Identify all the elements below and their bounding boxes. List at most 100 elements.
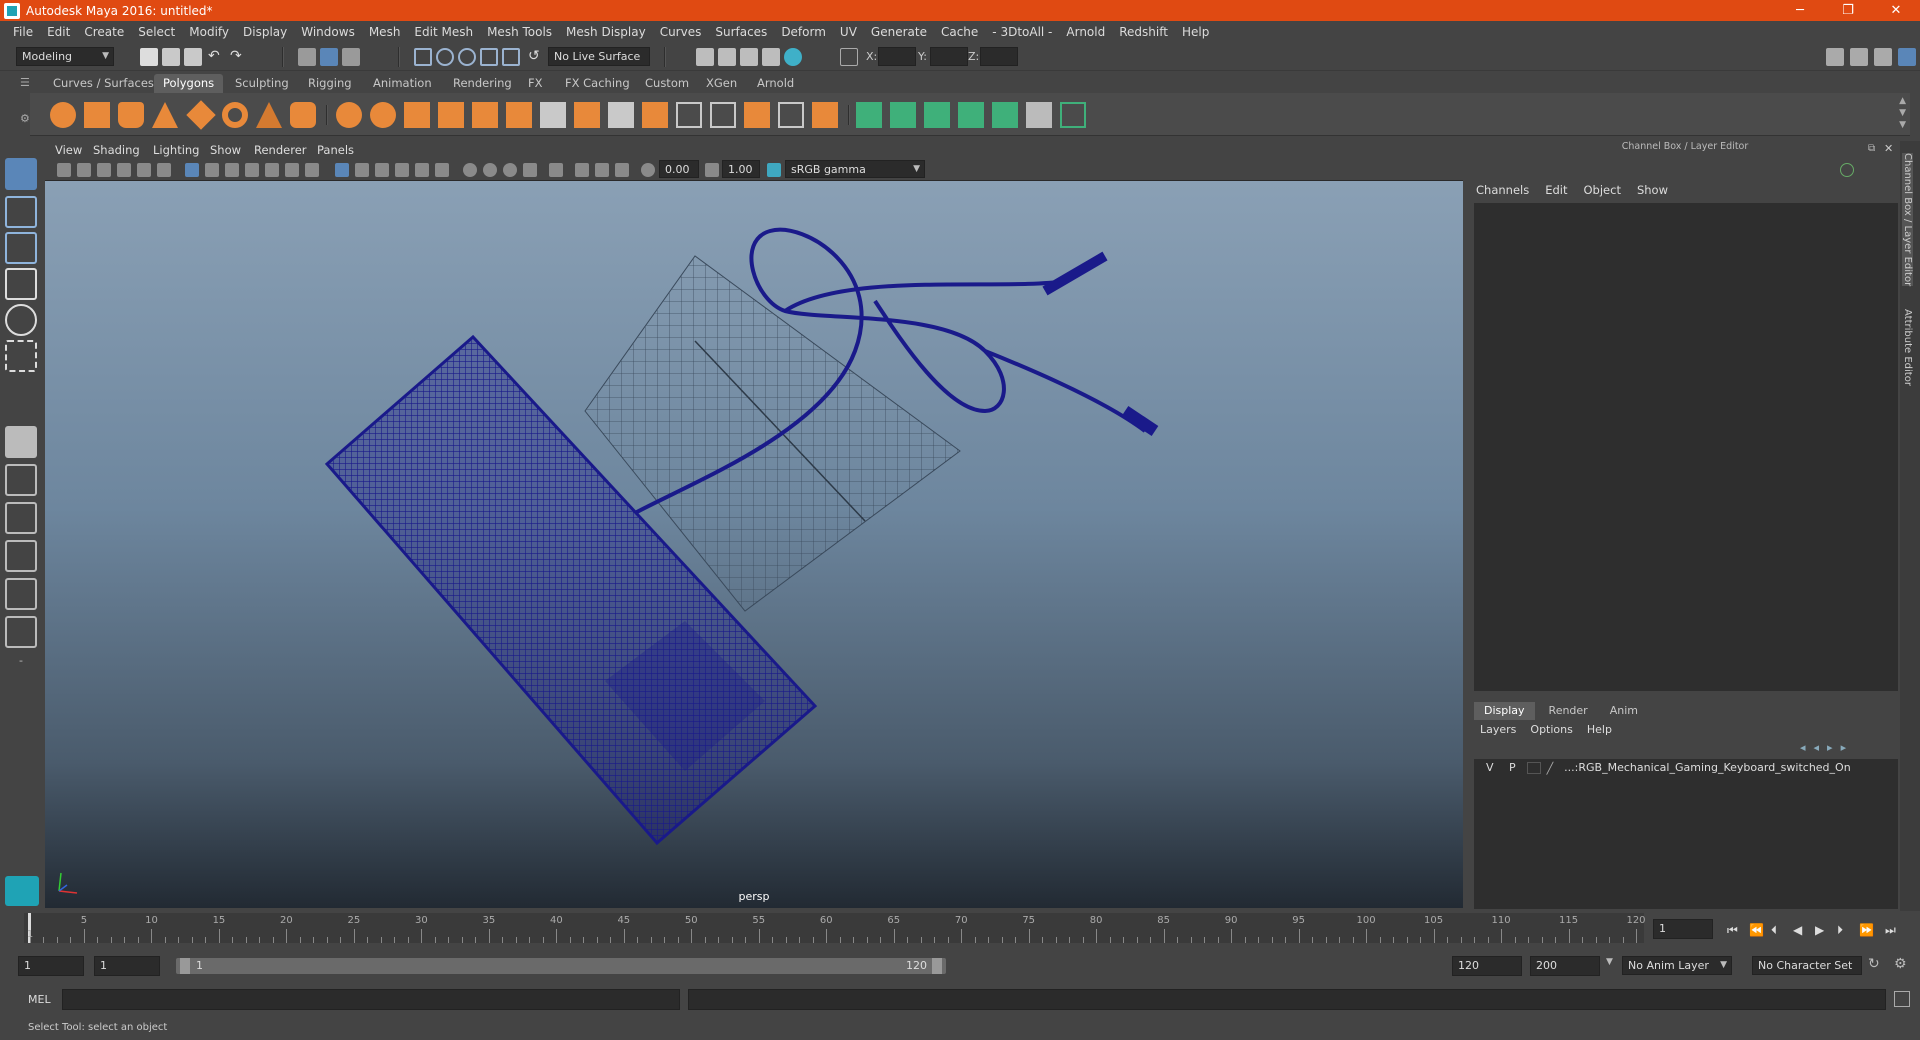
lasso-tool-icon[interactable] bbox=[5, 196, 37, 228]
menu-select[interactable]: Select bbox=[131, 25, 182, 39]
shelf-tab-sculpting[interactable]: Sculpting bbox=[226, 74, 298, 93]
mirror-icon[interactable] bbox=[404, 102, 430, 128]
shelf-tab-animation[interactable]: Animation bbox=[364, 74, 441, 93]
help-menu[interactable]: Help bbox=[1587, 723, 1612, 736]
four-view-layout-icon[interactable] bbox=[5, 464, 37, 496]
panel-menu-panels[interactable]: Panels bbox=[317, 143, 354, 157]
x-field[interactable] bbox=[878, 47, 916, 66]
uv-editor-icon[interactable] bbox=[992, 102, 1018, 128]
screen-space-ao-icon[interactable] bbox=[463, 163, 477, 177]
menu-cache[interactable]: Cache bbox=[934, 25, 985, 39]
undo-icon[interactable]: ↶ bbox=[208, 48, 226, 66]
step-forward-icon[interactable]: ⏩ bbox=[1859, 923, 1874, 937]
menu-create[interactable]: Create bbox=[77, 25, 131, 39]
poly-torus-icon[interactable] bbox=[222, 102, 248, 128]
menu-arnold[interactable]: Arnold bbox=[1059, 25, 1112, 39]
move-tool-icon[interactable] bbox=[5, 268, 37, 300]
y-field[interactable] bbox=[930, 47, 968, 66]
anim-layer-dropdown[interactable]: No Anim Layer ▼ bbox=[1622, 956, 1732, 975]
poly-pipe-icon[interactable] bbox=[290, 102, 316, 128]
side-tab-channel-box[interactable]: Channel Box / Layer Editor bbox=[1902, 153, 1913, 287]
persp-graph-layout-icon[interactable] bbox=[5, 540, 37, 572]
new-scene-icon[interactable] bbox=[140, 48, 158, 66]
render-settings-icon[interactable] bbox=[762, 48, 780, 66]
script-editor-icon[interactable] bbox=[1894, 991, 1910, 1007]
channel-list[interactable] bbox=[1474, 203, 1898, 691]
play-forwards-icon[interactable]: ▶ bbox=[1815, 923, 1824, 937]
depth-of-field-icon[interactable] bbox=[523, 163, 537, 177]
minimize-button[interactable]: ─ bbox=[1780, 0, 1820, 21]
poly-cone-icon[interactable] bbox=[152, 102, 178, 128]
shelf-tab-curves-surfaces[interactable]: Curves / Surfaces bbox=[44, 74, 163, 93]
gamma-field[interactable]: 1.00 bbox=[722, 160, 760, 178]
toggle-channel-box-icon[interactable] bbox=[1898, 48, 1916, 66]
menu-redshift[interactable]: Redshift bbox=[1112, 25, 1175, 39]
poly-pyramid-icon[interactable] bbox=[256, 102, 282, 128]
step-forward-key-icon[interactable]: ⏵ bbox=[1837, 923, 1843, 938]
object-menu[interactable]: Object bbox=[1584, 183, 1621, 197]
shelf-tab-custom[interactable]: Custom bbox=[636, 74, 698, 93]
automatic-map-icon[interactable] bbox=[958, 102, 984, 128]
bridge-icon[interactable] bbox=[506, 102, 532, 128]
layer-tab-display[interactable]: Display bbox=[1474, 702, 1535, 720]
paint-select-tool-icon[interactable] bbox=[5, 232, 37, 264]
layer-playback-toggle[interactable]: P bbox=[1509, 761, 1516, 774]
snap-grid-icon[interactable] bbox=[414, 48, 432, 66]
persp-hypershade-layout-icon[interactable] bbox=[5, 578, 37, 610]
poly-cylinder-icon[interactable] bbox=[118, 102, 144, 128]
menu-windows[interactable]: Windows bbox=[294, 25, 362, 39]
quad-draw-icon[interactable] bbox=[778, 102, 804, 128]
range-start-handle[interactable] bbox=[180, 958, 190, 974]
playback-start-field[interactable]: 1 bbox=[94, 956, 160, 976]
menu-mesh[interactable]: Mesh bbox=[362, 25, 408, 39]
poly-plane-icon[interactable] bbox=[186, 100, 216, 130]
separate-icon[interactable] bbox=[370, 102, 396, 128]
menu-help[interactable]: Help bbox=[1175, 25, 1216, 39]
insert-edge-loop-icon[interactable] bbox=[676, 102, 702, 128]
ipr-render-icon[interactable] bbox=[740, 48, 758, 66]
render-view-icon[interactable] bbox=[696, 48, 714, 66]
command-input[interactable] bbox=[62, 989, 680, 1010]
end-time-field[interactable]: 200 bbox=[1530, 956, 1600, 976]
xray-joints-icon[interactable] bbox=[595, 163, 609, 177]
smooth-icon[interactable] bbox=[438, 102, 464, 128]
snap-point-icon[interactable] bbox=[458, 48, 476, 66]
chevron-down-icon[interactable]: ▼ bbox=[1606, 957, 1613, 967]
select-object-icon[interactable] bbox=[320, 48, 338, 66]
redo-icon[interactable]: ↷ bbox=[230, 48, 248, 66]
panel-menu-renderer[interactable]: Renderer bbox=[254, 143, 307, 157]
options-menu[interactable]: Options bbox=[1530, 723, 1572, 736]
gamma-icon[interactable] bbox=[705, 163, 719, 177]
start-time-field[interactable]: 1 bbox=[18, 956, 84, 976]
menu-set-dropdown[interactable]: Modeling ▼ bbox=[16, 47, 114, 66]
menu-edit[interactable]: Edit bbox=[40, 25, 77, 39]
anti-aliasing-icon[interactable] bbox=[503, 163, 517, 177]
exposure-field[interactable]: 0.00 bbox=[659, 160, 699, 178]
step-back-key-icon[interactable]: ⏴ bbox=[1771, 923, 1777, 938]
isolate-select-icon[interactable] bbox=[549, 163, 563, 177]
snap-view-plane-icon[interactable] bbox=[480, 48, 498, 66]
cylindrical-map-icon[interactable] bbox=[890, 102, 916, 128]
select-component-icon[interactable] bbox=[342, 48, 360, 66]
shelf-tab-xgen[interactable]: XGen bbox=[697, 74, 746, 93]
xray-icon[interactable] bbox=[575, 163, 589, 177]
scale-tool-icon[interactable] bbox=[5, 340, 37, 372]
select-hierarchy-icon[interactable] bbox=[298, 48, 316, 66]
menu-uv[interactable]: UV bbox=[833, 25, 864, 39]
close-button[interactable]: ✕ bbox=[1876, 0, 1916, 21]
workspace-icon[interactable] bbox=[1826, 48, 1844, 66]
menu-3dtoall[interactable]: - 3DtoAll - bbox=[985, 25, 1059, 39]
spherical-map-icon[interactable] bbox=[924, 102, 950, 128]
smooth-shading-icon[interactable] bbox=[355, 163, 369, 177]
perspective-viewport[interactable]: persp bbox=[45, 181, 1463, 908]
resolution-gate-icon[interactable] bbox=[225, 163, 239, 177]
select-camera-icon[interactable] bbox=[57, 163, 71, 177]
side-tab-attribute-editor[interactable]: Attribute Editor bbox=[1902, 309, 1913, 386]
snap-curve-icon[interactable] bbox=[436, 48, 454, 66]
fill-hole-icon[interactable] bbox=[642, 102, 668, 128]
range-slider-bar[interactable]: 1 120 bbox=[176, 958, 946, 974]
menu-surfaces[interactable]: Surfaces bbox=[708, 25, 774, 39]
view-transform-dropdown[interactable]: sRGB gamma ▼ bbox=[785, 160, 925, 178]
layer-tab-anim[interactable]: Anim bbox=[1602, 702, 1646, 720]
use-all-lights-icon[interactable] bbox=[415, 163, 429, 177]
